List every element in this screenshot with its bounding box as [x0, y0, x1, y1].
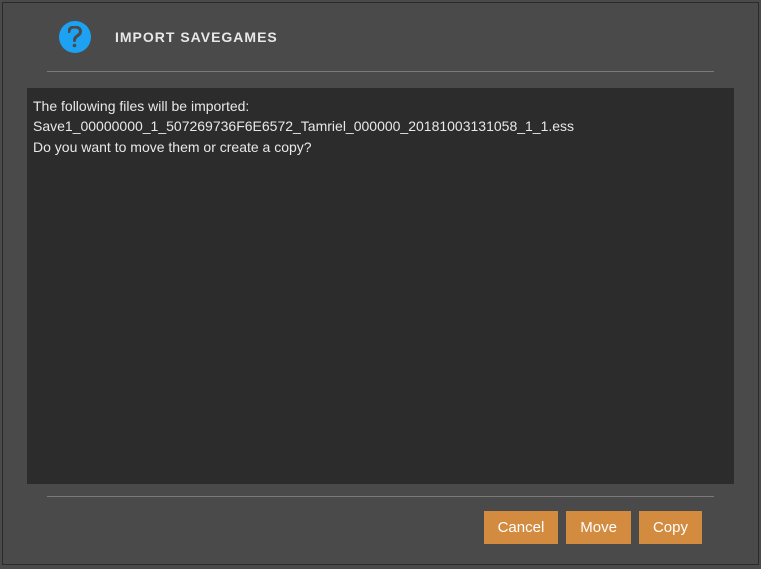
move-button[interactable]: Move: [566, 511, 631, 544]
dialog-content: The following files will be imported: Sa…: [27, 88, 734, 484]
cancel-button[interactable]: Cancel: [484, 511, 559, 544]
dialog-footer: Cancel Move Copy: [3, 497, 758, 564]
copy-button[interactable]: Copy: [639, 511, 702, 544]
content-file: Save1_00000000_1_507269736F6E6572_Tamrie…: [33, 116, 728, 136]
content-question: Do you want to move them or create a cop…: [33, 137, 728, 157]
divider-top: [47, 71, 714, 72]
dialog-title: IMPORT SAVEGAMES: [115, 29, 278, 45]
dialog-header: IMPORT SAVEGAMES: [3, 3, 758, 71]
content-intro: The following files will be imported:: [33, 96, 728, 116]
question-icon: [59, 21, 91, 53]
import-savegames-dialog: IMPORT SAVEGAMES The following files wil…: [2, 2, 759, 565]
